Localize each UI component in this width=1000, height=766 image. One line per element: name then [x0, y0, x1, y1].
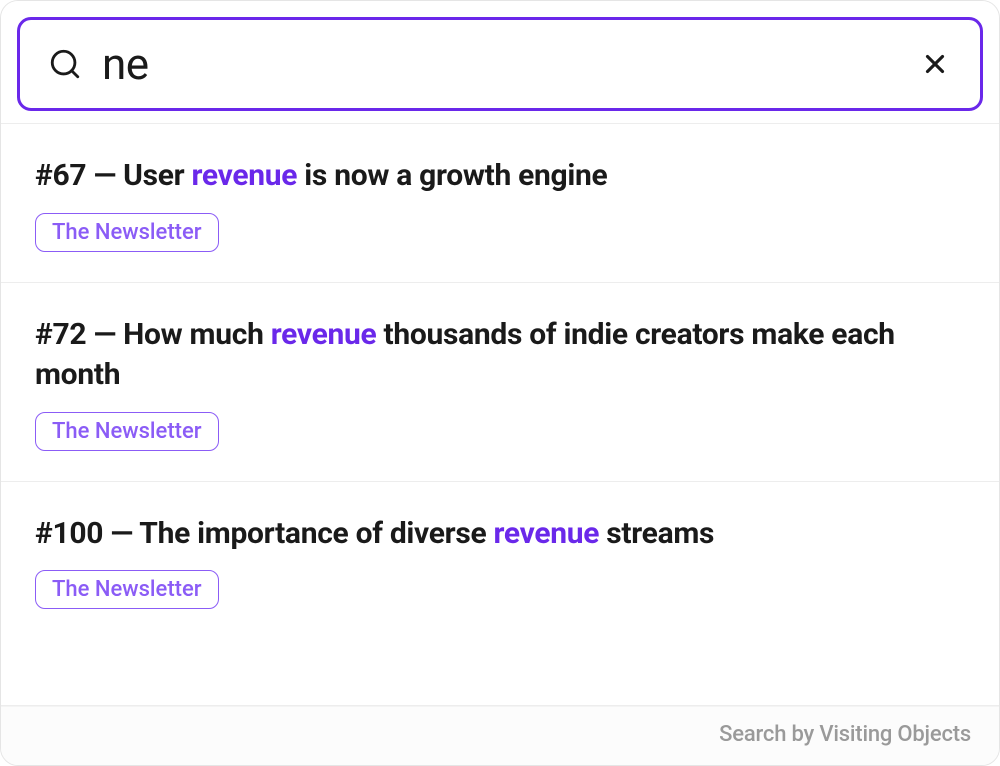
attribution-footer: Search by Visiting Objects	[1, 705, 999, 765]
result-title-highlight: revenue	[494, 516, 600, 551]
result-tag[interactable]: The Newsletter	[35, 570, 219, 609]
result-item[interactable]: #100 — The importance of diverse revenue…	[1, 481, 999, 640]
result-title-prefix: #67 — User	[35, 158, 192, 193]
search-bar-wrapper	[1, 1, 999, 123]
result-title-prefix: #72 — How much	[35, 317, 271, 352]
result-item[interactable]: #67 — User revenue is now a growth engin…	[1, 123, 999, 282]
search-dropdown: #67 — User revenue is now a growth engin…	[0, 0, 1000, 766]
result-title: #72 — How much revenue thousands of indi…	[35, 315, 965, 396]
result-title-suffix: is now a growth engine	[297, 158, 607, 193]
search-input[interactable]	[102, 38, 898, 90]
result-title: #67 — User revenue is now a growth engin…	[35, 156, 965, 197]
attribution-text: Search by Visiting Objects	[719, 722, 971, 747]
search-bar	[17, 17, 983, 111]
result-title-suffix: streams	[599, 516, 714, 551]
search-icon	[48, 47, 82, 81]
result-item[interactable]: #72 — How much revenue thousands of indi…	[1, 282, 999, 481]
result-title-highlight: revenue	[271, 317, 377, 352]
result-title-highlight: revenue	[192, 158, 298, 193]
result-title-prefix: #100 — The importance of diverse	[35, 516, 494, 551]
close-icon[interactable]	[918, 47, 952, 81]
result-title: #100 — The importance of diverse revenue…	[35, 514, 965, 555]
results-list: #67 — User revenue is now a growth engin…	[1, 123, 999, 705]
result-tag[interactable]: The Newsletter	[35, 412, 219, 451]
result-tag[interactable]: The Newsletter	[35, 213, 219, 252]
